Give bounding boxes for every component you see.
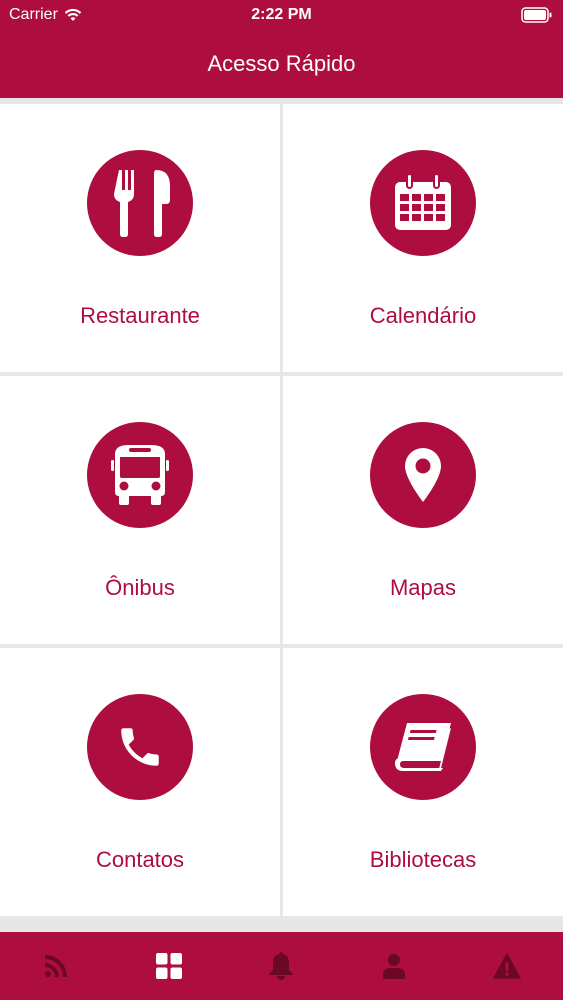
tile-contatos[interactable]: Contatos	[0, 648, 280, 916]
warning-icon	[492, 953, 521, 979]
phone-icon	[121, 728, 159, 766]
book-icon	[395, 723, 451, 771]
tile-icon-circle	[370, 694, 476, 800]
tile-label: Contatos	[95, 847, 185, 872]
tile-label: Bibliotecas	[369, 847, 477, 872]
user-icon	[383, 954, 406, 979]
page-title: Acesso Rápido	[207, 51, 356, 76]
calendar-icon	[395, 173, 451, 230]
tab-quick-access[interactable]	[139, 932, 199, 1000]
tile-label: Ônibus	[105, 575, 175, 600]
tab-feed[interactable]	[26, 932, 86, 1000]
battery-icon	[521, 7, 552, 23]
tab-profile[interactable]	[364, 932, 424, 1000]
status-time: 2:22 PM	[251, 6, 312, 23]
tile-mapas[interactable]: Mapas	[283, 376, 563, 644]
tile-icon-circle	[87, 150, 193, 256]
tile-icon-circle	[370, 150, 476, 256]
tab-alerts[interactable]	[477, 932, 537, 1000]
tile-icon-circle	[87, 422, 193, 528]
tile-label: Calendário	[369, 303, 477, 328]
navigation-bar: Acesso Rápido	[0, 30, 563, 98]
tab-bar	[0, 932, 563, 1000]
tile-calendario[interactable]: Calendário	[283, 104, 563, 372]
tile-label: Mapas	[389, 575, 457, 600]
grid-icon	[155, 953, 182, 979]
bell-icon	[269, 952, 294, 980]
tile-onibus[interactable]: Ônibus	[0, 376, 280, 644]
tile-icon-circle	[87, 694, 193, 800]
map-pin-icon	[405, 448, 441, 502]
status-bar: Carrier 2:22 PM	[0, 0, 563, 30]
rss-feed-icon	[45, 955, 68, 977]
tile-icon-circle	[370, 422, 476, 528]
fork-knife-icon	[114, 170, 170, 237]
tile-bibliotecas[interactable]: Bibliotecas	[283, 648, 563, 916]
tile-label: Restaurante	[80, 303, 200, 328]
quick-access-grid: Restaurante Calendário Ônibus Mapas Cont…	[0, 104, 563, 916]
tile-restaurante[interactable]: Restaurante	[0, 104, 280, 372]
bus-icon	[111, 445, 169, 505]
tab-notifications[interactable]	[251, 932, 311, 1000]
